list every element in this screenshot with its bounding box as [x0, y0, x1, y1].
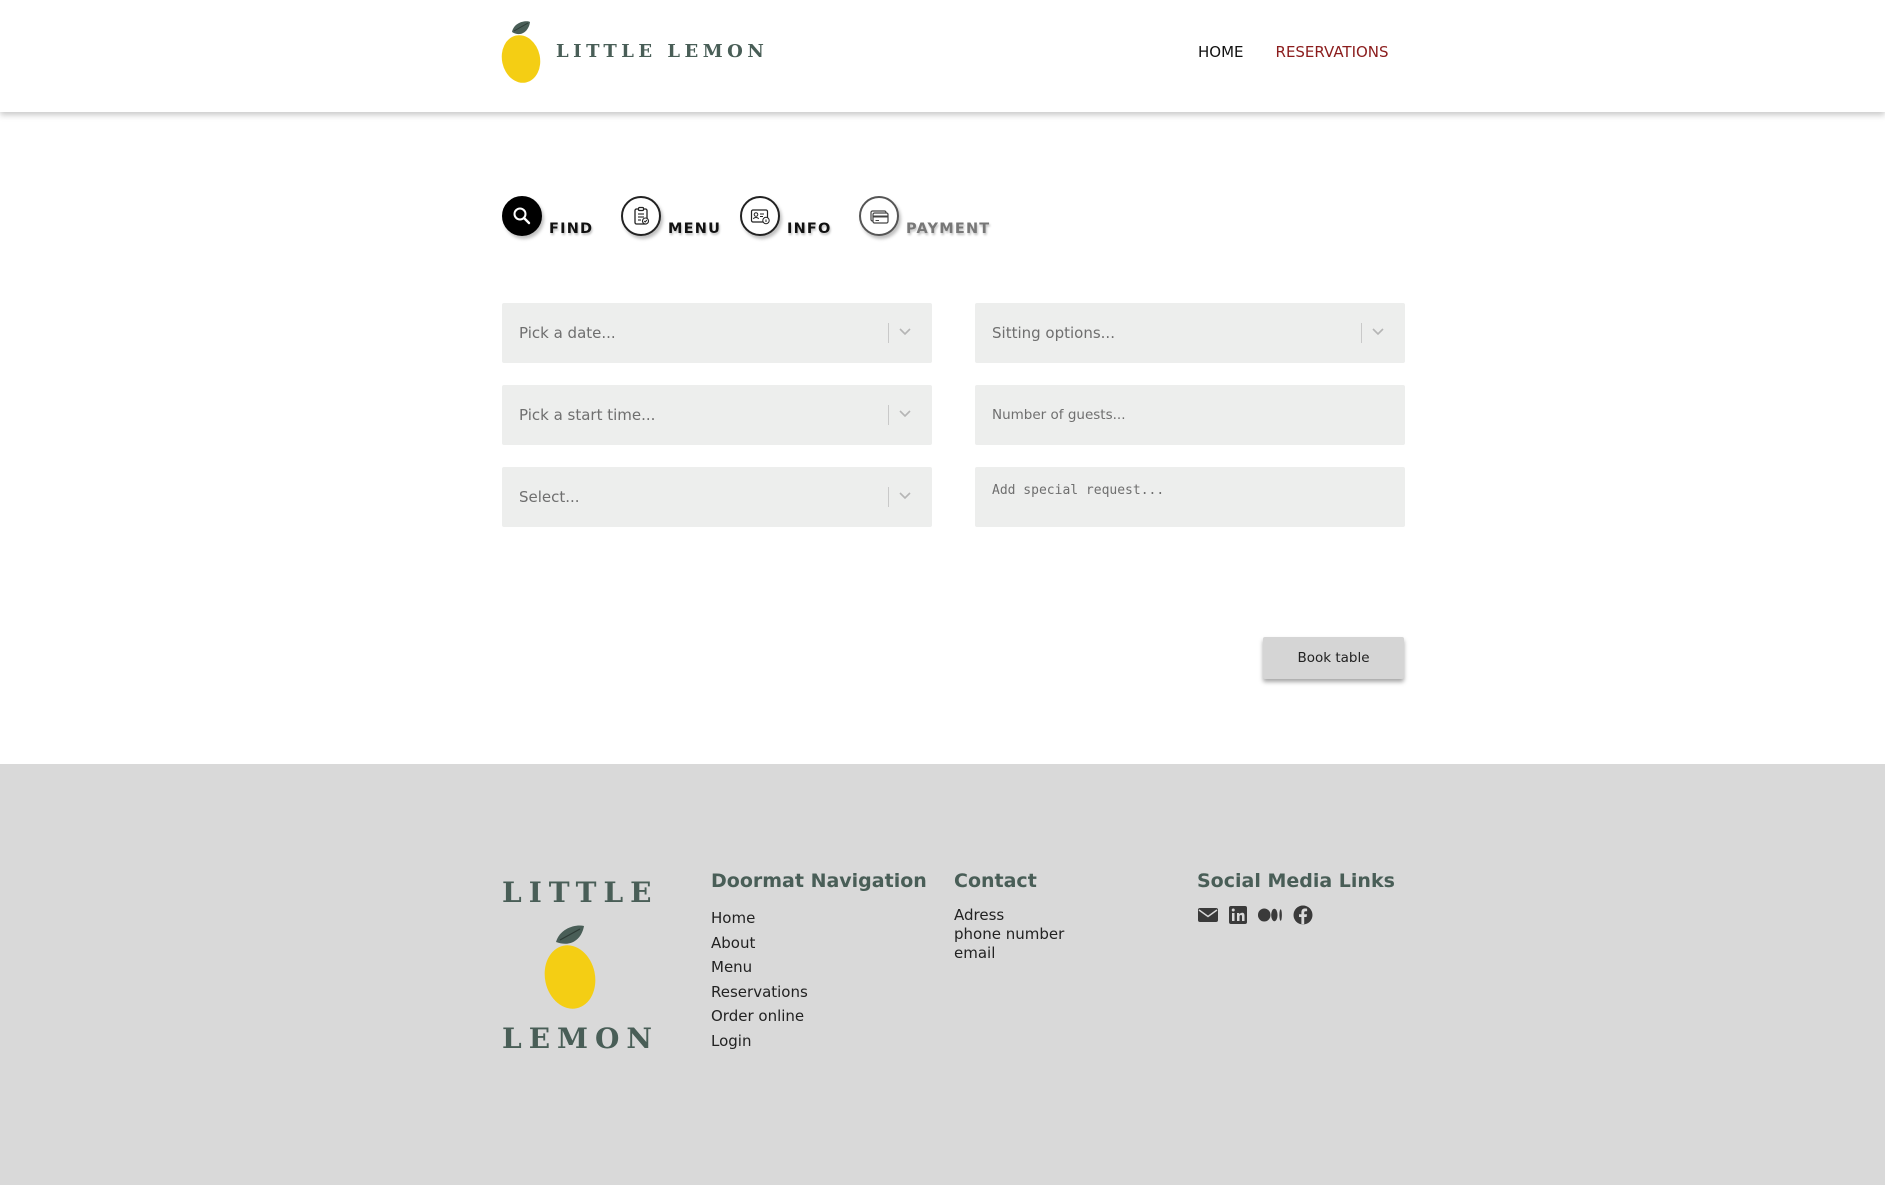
select-separator — [888, 405, 889, 425]
medium-icon[interactable] — [1257, 904, 1284, 926]
occasion-select[interactable]: Select... — [502, 467, 932, 527]
step-menu[interactable]: MENU — [621, 196, 721, 236]
site-header: LITTLE LEMON HOME RESERVATIONS — [0, 0, 1885, 112]
social-title: Social Media Links — [1197, 870, 1395, 892]
footer-logo-word-top: LITTLE — [502, 876, 659, 909]
lemon-logo-icon — [501, 21, 541, 83]
select-separator — [1361, 323, 1362, 343]
nav-home-link[interactable]: HOME — [1198, 43, 1244, 61]
step-info-circle — [740, 196, 780, 236]
credit-card-icon — [870, 210, 889, 224]
step-find-circle — [502, 196, 542, 236]
footer-link-reservations[interactable]: Reservations — [711, 980, 927, 1005]
footer-link-menu[interactable]: Menu — [711, 955, 927, 980]
id-card-icon — [750, 209, 770, 225]
chevron-down-icon[interactable] — [898, 327, 912, 337]
step-payment-circle — [859, 196, 899, 236]
guests-input[interactable]: Number of guests... — [975, 385, 1405, 445]
search-icon — [513, 207, 531, 225]
footer-link-home[interactable]: Home — [711, 906, 927, 931]
guests-input-placeholder: Number of guests... — [992, 407, 1126, 423]
step-menu-circle — [621, 196, 661, 236]
sitting-options-placeholder: Sitting options... — [992, 324, 1115, 342]
footer-logo[interactable]: LITTLE LEMON — [502, 878, 652, 1054]
chevron-down-icon[interactable] — [898, 491, 912, 501]
sitting-options-select[interactable]: Sitting options... — [975, 303, 1405, 363]
chevron-down-icon[interactable] — [898, 409, 912, 419]
footer-link-login[interactable]: Login — [711, 1029, 927, 1054]
nav-reservations-link[interactable]: RESERVATIONS — [1276, 43, 1389, 61]
book-table-button[interactable]: Book table — [1263, 637, 1404, 679]
special-request-placeholder: Add special request... — [992, 483, 1165, 498]
step-find[interactable]: FIND — [502, 196, 593, 236]
contact-phone: phone number — [954, 925, 1065, 943]
clipboard-icon — [634, 206, 650, 225]
doormat-nav-title: Doormat Navigation — [711, 870, 927, 892]
linkedin-icon[interactable] — [1227, 904, 1249, 926]
footer-social: Social Media Links — [1197, 870, 1395, 926]
special-request-textarea[interactable]: Add special request... — [975, 467, 1405, 527]
footer-logo-word-bottom: LEMON — [502, 1022, 660, 1055]
footer-doormat-nav: Doormat Navigation Home About Menu Reser… — [711, 870, 927, 1053]
start-time-placeholder: Pick a start time... — [519, 406, 656, 424]
contact-title: Contact — [954, 870, 1037, 892]
footer-contact: Contact Adress phone number email — [954, 870, 1064, 963]
header-logo[interactable]: LITTLE LEMON — [500, 18, 768, 84]
contact-email: email — [954, 944, 996, 962]
date-select[interactable]: Pick a date... — [502, 303, 932, 363]
contact-address: Adress — [954, 906, 1005, 924]
main-nav: HOME RESERVATIONS — [1198, 43, 1389, 61]
step-info-label: INFO — [787, 221, 832, 237]
step-menu-label: MENU — [668, 221, 722, 237]
footer-link-order-online[interactable]: Order online — [711, 1004, 927, 1029]
select-separator — [888, 323, 889, 343]
step-info[interactable]: INFO — [740, 196, 832, 236]
envelope-icon[interactable] — [1197, 904, 1219, 926]
select-separator — [888, 487, 889, 507]
step-find-label: FIND — [549, 221, 594, 237]
brand-name: LITTLE LEMON — [556, 40, 769, 62]
step-payment[interactable]: PAYMENT — [859, 196, 990, 236]
site-footer: LITTLE LEMON Doormat Navigation Home Abo… — [0, 764, 1885, 1185]
date-select-placeholder: Pick a date... — [519, 324, 616, 342]
start-time-select[interactable]: Pick a start time... — [502, 385, 932, 445]
step-payment-label: PAYMENT — [906, 221, 991, 237]
social-icons — [1197, 904, 1395, 926]
facebook-icon[interactable] — [1292, 904, 1314, 926]
occasion-select-placeholder: Select... — [519, 488, 580, 506]
lemon-logo-icon — [544, 925, 596, 1009]
footer-link-about[interactable]: About — [711, 931, 927, 956]
chevron-down-icon[interactable] — [1371, 327, 1385, 337]
